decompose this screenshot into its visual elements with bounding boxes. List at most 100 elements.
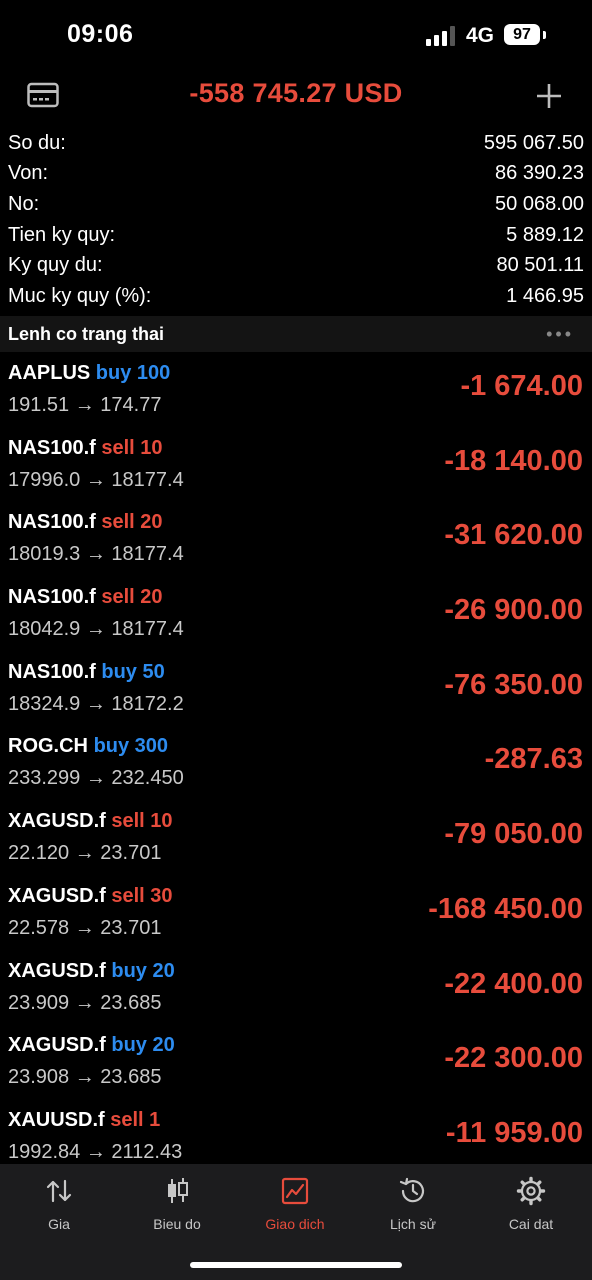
position-header: AAPLUS buy 100 <box>8 362 170 385</box>
position-type: sell 30 <box>111 884 173 907</box>
summary-value: 1 466.95 <box>506 284 584 307</box>
position-profit: -76 350.00 <box>444 668 583 701</box>
position-profit: -79 050.00 <box>444 818 583 851</box>
position-row[interactable]: XAGUSD.f sell 10 22.120 → 23.701 -79 050.0… <box>0 804 592 879</box>
position-profit: -1 674.00 <box>460 370 583 402</box>
position-header: XAGUSD.f sell 30 <box>8 885 173 908</box>
position-prices: 233.299 → 232.450 <box>8 767 184 790</box>
positions-list: AAPLUS buy 100 191.51 → 174.77 -1 674.00 NA… <box>0 356 592 1178</box>
tab-settings[interactable]: Cai dat <box>472 1176 590 1232</box>
position-type: buy 300 <box>93 735 169 758</box>
position-row[interactable]: ROG.CH buy 300 233.299 → 232.450 -287.63 <box>0 729 592 804</box>
position-type: buy 20 <box>111 1034 175 1057</box>
equity-balance: -558 745.27 USD <box>189 78 403 108</box>
summary-row: Ky quy du: 80 501.11 <box>8 250 584 281</box>
history-icon <box>399 1177 425 1203</box>
position-symbol: XAGUSD.f <box>8 884 106 907</box>
position-prices: 18042.9 → 18177.4 <box>8 618 184 641</box>
tab-label: Lịch sử <box>390 1216 436 1232</box>
summary-value: 80 501.11 <box>496 254 585 277</box>
candlestick-icon <box>168 1178 188 1203</box>
position-type: sell 1 <box>110 1108 161 1131</box>
add-order-icon[interactable] <box>535 82 563 110</box>
position-symbol: XAGUSD.f <box>8 959 106 982</box>
position-row[interactable]: NAS100.f sell 10 17996.0 → 18177.4 -18 140… <box>0 431 592 506</box>
position-profit: -22 300.00 <box>444 1042 583 1075</box>
position-profit: -287.63 <box>484 743 583 776</box>
position-prices: 1992.84 → 2112.43 <box>8 1140 183 1163</box>
position-row[interactable]: AAPLUS buy 100 191.51 → 174.77 -1 674.00 <box>0 356 592 431</box>
tab-trade[interactable]: Giao dich <box>236 1176 354 1232</box>
position-header: XAGUSD.f buy 20 <box>8 1034 175 1057</box>
position-header: NAS100.f buy 50 <box>8 661 165 684</box>
position-row[interactable]: XAGUSD.f buy 20 23.909 → 23.685 -22 400.00 <box>0 954 592 1029</box>
summary-label: Tien ky quy: <box>8 223 116 246</box>
position-header: XAGUSD.f sell 10 <box>8 810 173 833</box>
position-type: sell 20 <box>101 586 163 609</box>
position-type: sell 10 <box>101 436 163 459</box>
position-row[interactable]: XAGUSD.f buy 20 23.908 → 23.685 -22 300.00 <box>0 1028 592 1103</box>
position-symbol: NAS100.f <box>8 660 96 683</box>
position-header: XAUUSD.f sell 1 <box>8 1109 160 1132</box>
position-symbol: NAS100.f <box>8 436 96 459</box>
position-type: buy 50 <box>101 660 165 683</box>
position-prices: 17996.0 → 18177.4 <box>8 468 184 491</box>
summary-row: So du: 595 067.50 <box>8 128 584 159</box>
header: -558 745.27 USD <box>0 72 592 120</box>
position-header: XAGUSD.f buy 20 <box>8 960 175 983</box>
tab-label: Giao dich <box>265 1216 325 1232</box>
position-symbol: XAGUSD.f <box>8 1034 106 1057</box>
trade-chart-icon <box>281 1177 309 1205</box>
more-icon[interactable]: ••• <box>546 324 574 345</box>
summary-label: No: <box>8 192 40 215</box>
summary-label: Von: <box>8 162 49 185</box>
trading-screen: 09:06 4G 97 -558 745.27 USD So du: 595 06… <box>0 0 592 1280</box>
summary-label: Muc ky quy (%): <box>8 284 152 307</box>
position-symbol: NAS100.f <box>8 511 96 534</box>
position-row[interactable]: XAGUSD.f sell 30 22.578 → 23.701 -168 450.… <box>0 879 592 954</box>
position-profit: -26 900.00 <box>444 594 583 627</box>
tab-label: Cai dat <box>508 1216 554 1232</box>
summary-row: Von: 86 390.23 <box>8 159 584 190</box>
section-title: Lenh co trang thai <box>8 323 165 344</box>
home-indicator <box>190 1262 402 1268</box>
position-profit: -31 620.00 <box>444 519 583 552</box>
position-row[interactable]: NAS100.f buy 50 18324.9 → 18172.2 -76 350.… <box>0 655 592 730</box>
position-header: NAS100.f sell 20 <box>8 586 163 609</box>
battery-icon: 97 <box>504 24 546 45</box>
position-prices: 18019.3 → 18177.4 <box>8 543 184 566</box>
tab-charts[interactable]: Bieu do <box>118 1176 236 1232</box>
summary-value: 86 390.23 <box>495 162 584 185</box>
summary-value: 595 067.50 <box>483 131 584 154</box>
position-profit: -18 140.00 <box>444 444 583 477</box>
position-profit: -11 959.00 <box>445 1116 583 1149</box>
position-type: buy 100 <box>95 362 171 384</box>
signal-icon <box>426 26 455 46</box>
position-prices: 23.909 → 23.685 <box>8 991 162 1014</box>
status-time: 09:06 <box>67 20 134 48</box>
position-profit: -22 400.00 <box>444 967 583 1000</box>
network-label: 4G <box>466 24 495 47</box>
summary-row: Tien ky quy: 5 889.12 <box>8 220 584 251</box>
position-symbol: AAPLUS <box>8 362 91 384</box>
position-profit: -168 450.00 <box>428 892 583 925</box>
status-bar: 09:06 4G 97 <box>0 0 592 70</box>
position-symbol: NAS100.f <box>8 586 96 609</box>
summary-row: No: 50 068.00 <box>8 189 584 220</box>
position-header: NAS100.f sell 10 <box>8 437 163 460</box>
position-type: sell 10 <box>111 810 173 833</box>
tab-label: Gia <box>48 1216 70 1232</box>
position-prices: 23.908 → 23.685 <box>8 1066 162 1089</box>
position-header: ROG.CH buy 300 <box>8 735 168 758</box>
summary-row: Muc ky quy (%): 1 466.95 <box>8 281 584 312</box>
tab-quotes[interactable]: Gia <box>0 1176 118 1232</box>
position-symbol: XAGUSD.f <box>8 810 106 833</box>
summary-label: Ky quy du: <box>8 254 103 277</box>
position-symbol: XAUUSD.f <box>8 1108 105 1131</box>
position-row[interactable]: NAS100.f sell 20 18019.3 → 18177.4 -31 620… <box>0 505 592 580</box>
tab-history[interactable]: Lịch sử <box>354 1176 472 1232</box>
position-prices: 22.578 → 23.701 <box>8 916 162 939</box>
position-row[interactable]: NAS100.f sell 20 18042.9 → 18177.4 -26 900… <box>0 580 592 655</box>
tab-label: Bieu do <box>153 1216 201 1232</box>
position-symbol: ROG.CH <box>8 735 88 758</box>
